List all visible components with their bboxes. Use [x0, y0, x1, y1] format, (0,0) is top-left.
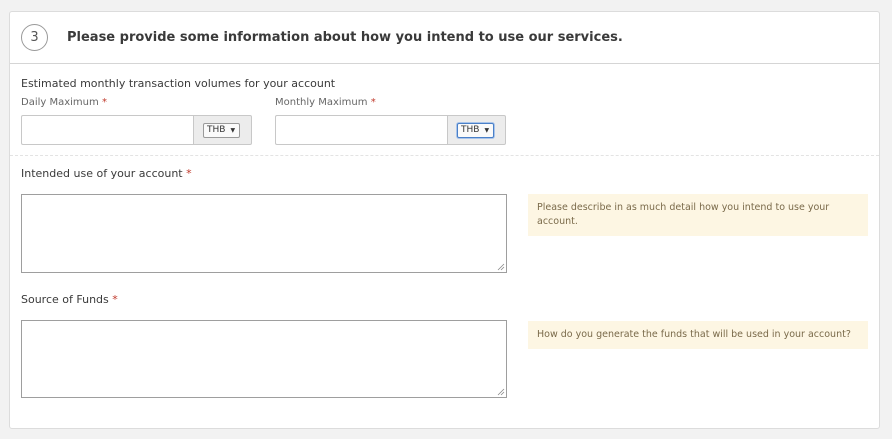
source-of-funds-hint: How do you generate the funds that will …: [528, 321, 868, 349]
monthly-maximum-label-text: Monthly Maximum: [275, 97, 368, 108]
panel-header: 3 Please provide some information about …: [10, 12, 879, 64]
daily-maximum-label: Daily Maximum *: [21, 97, 107, 108]
source-of-funds-label-text: Source of Funds: [21, 293, 109, 306]
daily-maximum-group: THB ▼: [21, 115, 252, 145]
monthly-currency-select[interactable]: THB ▼: [457, 122, 495, 138]
intended-use-textarea[interactable]: [21, 194, 507, 273]
volumes-section-label: Estimated monthly transaction volumes fo…: [21, 77, 336, 90]
required-marker: *: [186, 167, 192, 180]
source-of-funds-label: Source of Funds *: [21, 293, 118, 306]
monthly-currency-value: THB: [461, 125, 480, 135]
section-divider: [10, 155, 879, 156]
caret-down-icon: ▼: [484, 126, 490, 134]
services-info-panel: 3 Please provide some information about …: [9, 11, 880, 429]
monthly-maximum-input[interactable]: [275, 115, 447, 145]
intended-use-hint: Please describe in as much detail how yo…: [528, 194, 868, 236]
monthly-maximum-label: Monthly Maximum *: [275, 97, 376, 108]
required-marker: *: [112, 293, 118, 306]
daily-currency-addon: THB ▼: [193, 115, 252, 145]
required-marker: *: [101, 97, 107, 108]
required-marker: *: [370, 97, 376, 108]
step-number-badge: 3: [21, 24, 48, 51]
daily-currency-select[interactable]: THB ▼: [203, 122, 241, 138]
monthly-maximum-group: THB ▼: [275, 115, 506, 145]
monthly-currency-addon: THB ▼: [447, 115, 506, 145]
intended-use-label: Intended use of your account *: [21, 167, 192, 180]
intended-use-label-text: Intended use of your account: [21, 167, 183, 180]
daily-maximum-label-text: Daily Maximum: [21, 97, 99, 108]
daily-maximum-input[interactable]: [21, 115, 193, 145]
resize-grip-icon[interactable]: [497, 388, 505, 396]
source-of-funds-textarea[interactable]: [21, 320, 507, 398]
daily-currency-value: THB: [207, 125, 226, 135]
panel-title: Please provide some information about ho…: [67, 30, 623, 45]
resize-grip-icon[interactable]: [497, 263, 505, 271]
caret-down-icon: ▼: [230, 126, 236, 134]
